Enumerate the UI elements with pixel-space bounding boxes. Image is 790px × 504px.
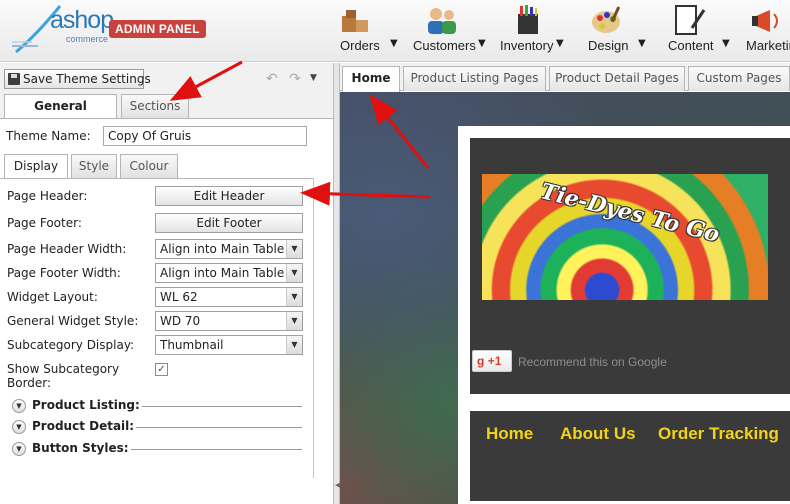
tie-dye-banner-image: Tie-Dyes To Go [482, 174, 768, 300]
chevron-down-icon: ▼ [638, 38, 646, 49]
edit-header-button[interactable]: Edit Header [155, 186, 303, 206]
google-plus-icon: g [477, 354, 485, 368]
inventory-icon [518, 5, 538, 34]
tab-home[interactable]: Home [342, 66, 400, 92]
marketing-icon [752, 10, 778, 32]
expand-chevron-icon[interactable]: ▼ [12, 442, 26, 456]
save-disk-icon [8, 73, 20, 85]
general-settings-body: Theme Name: Copy Of Gruis Display Style … [0, 118, 333, 504]
save-theme-settings-button[interactable]: Save Theme Settings [4, 69, 151, 89]
tab-display[interactable]: Display [4, 154, 68, 179]
chevron-down-icon[interactable]: ▼ [310, 73, 317, 83]
top-header: ashop commerce ADMIN PANEL Orders ▼ Cust… [0, 0, 790, 62]
preview-nav-bar: Home About Us Order Tracking [470, 411, 790, 501]
chevron-down-icon: ▼ [556, 38, 564, 49]
tab-general-settings[interactable]: General Settings [4, 94, 117, 135]
preview-nav-about-us[interactable]: About Us [560, 424, 636, 444]
page-header-label: Page Header: [7, 189, 88, 203]
logo-text: ashop [50, 6, 114, 34]
chevron-down-icon: ▼ [286, 336, 302, 354]
expand-chevron-icon[interactable]: ▼ [12, 420, 26, 434]
recommend-text: Recommend this on Google [518, 355, 667, 369]
tab-custom-pages[interactable]: Custom Pages [688, 66, 790, 91]
nav-customers[interactable]: Customers ▼ [410, 0, 488, 62]
chevron-down-icon: ▼ [390, 38, 398, 49]
design-icon [592, 6, 621, 33]
main-nav: Orders ▼ Customers ▼ Inventory ▼ Design … [330, 0, 790, 62]
chevron-down-icon: ▼ [286, 240, 302, 258]
content-icon [675, 5, 706, 35]
orders-icon [342, 10, 368, 32]
panel-toolbar: Save Theme Settings ↶ ↷ ▼ [0, 63, 334, 91]
chevron-down-icon: ▼ [286, 312, 302, 330]
google-plus-one-button[interactable]: g +1 [472, 350, 512, 372]
subcategory-display-label: Subcategory Display: [7, 338, 135, 352]
edit-footer-button[interactable]: Edit Footer [155, 213, 303, 233]
theme-name-label: Theme Name: [6, 129, 91, 143]
widget-layout-label: Widget Layout: [7, 290, 98, 304]
chevron-down-icon: ▼ [286, 288, 302, 306]
chevron-down-icon: ▼ [286, 264, 302, 282]
product-detail-section[interactable]: ▼ Product Detail: [12, 419, 302, 435]
page-footer-label: Page Footer: [7, 216, 82, 230]
chevron-down-icon: ▼ [722, 38, 730, 49]
page-footer-width-label: Page Footer Width: [7, 266, 121, 280]
widget-layout-select[interactable]: WL 62 ▼ [155, 287, 303, 307]
preview-nav-home[interactable]: Home [486, 424, 533, 444]
nav-content[interactable]: Content ▼ [664, 0, 734, 62]
button-styles-section[interactable]: ▼ Button Styles: [12, 441, 302, 457]
display-settings: Page Header: Edit Header Page Footer: Ed… [0, 178, 314, 478]
logo-subtext: commerce [66, 34, 109, 44]
tab-product-listing-pages[interactable]: Product Listing Pages [403, 66, 546, 91]
preview-nav-order-tracking[interactable]: Order Tracking [658, 424, 779, 444]
theme-preview-canvas: Tie-Dyes To Go g +1 Recommend this on Go… [340, 92, 790, 504]
general-widget-style-select[interactable]: WD 70 ▼ [155, 311, 303, 331]
tab-colour[interactable]: Colour [120, 154, 178, 178]
page-header-width-select[interactable]: Align into Main Table ▼ [155, 239, 303, 259]
theme-name-input[interactable]: Copy Of Gruis [103, 126, 307, 146]
redo-icon[interactable]: ↷ [289, 72, 305, 86]
tab-style[interactable]: Style [71, 154, 117, 178]
expand-chevron-icon[interactable]: ▼ [12, 399, 26, 413]
page-type-tabs: Home Product Listing Pages Product Detai… [340, 63, 790, 92]
nav-marketing[interactable]: Marketin [744, 0, 790, 62]
preview-page: Tie-Dyes To Go g +1 Recommend this on Go… [458, 126, 790, 504]
save-button-label: Save Theme Settings [23, 72, 151, 86]
show-subcategory-border-label-2: Border: [7, 376, 52, 390]
nav-inventory[interactable]: Inventory ▼ [496, 0, 570, 62]
customers-icon [428, 8, 456, 34]
tab-sections[interactable]: Sections [121, 94, 189, 118]
theme-settings-panel: Save Theme Settings ↶ ↷ ▼ General Settin… [0, 63, 334, 504]
nav-orders[interactable]: Orders ▼ [332, 0, 402, 62]
show-subcategory-border-checkbox[interactable]: ✓ [155, 363, 168, 376]
page-footer-width-select[interactable]: Align into Main Table ▼ [155, 263, 303, 283]
product-listing-section[interactable]: ▼ Product Listing: [12, 398, 302, 414]
page-header-width-label: Page Header Width: [7, 242, 127, 256]
show-subcategory-border-label: Show Subcategory [7, 362, 120, 376]
nav-design[interactable]: Design ▼ [582, 0, 646, 62]
undo-icon[interactable]: ↶ [266, 72, 282, 86]
ashop-logo[interactable]: ashop commerce ADMIN PANEL [8, 2, 328, 58]
general-widget-style-label: General Widget Style: [7, 314, 139, 328]
preview-page-header[interactable]: Tie-Dyes To Go g +1 Recommend this on Go… [470, 138, 790, 394]
admin-panel-badge: ADMIN PANEL [109, 20, 206, 38]
tab-product-detail-pages[interactable]: Product Detail Pages [549, 66, 685, 91]
banner-text: Tie-Dyes To Go [537, 178, 723, 248]
subcategory-display-select[interactable]: Thumbnail ▼ [155, 335, 303, 355]
chevron-down-icon: ▼ [478, 38, 486, 49]
